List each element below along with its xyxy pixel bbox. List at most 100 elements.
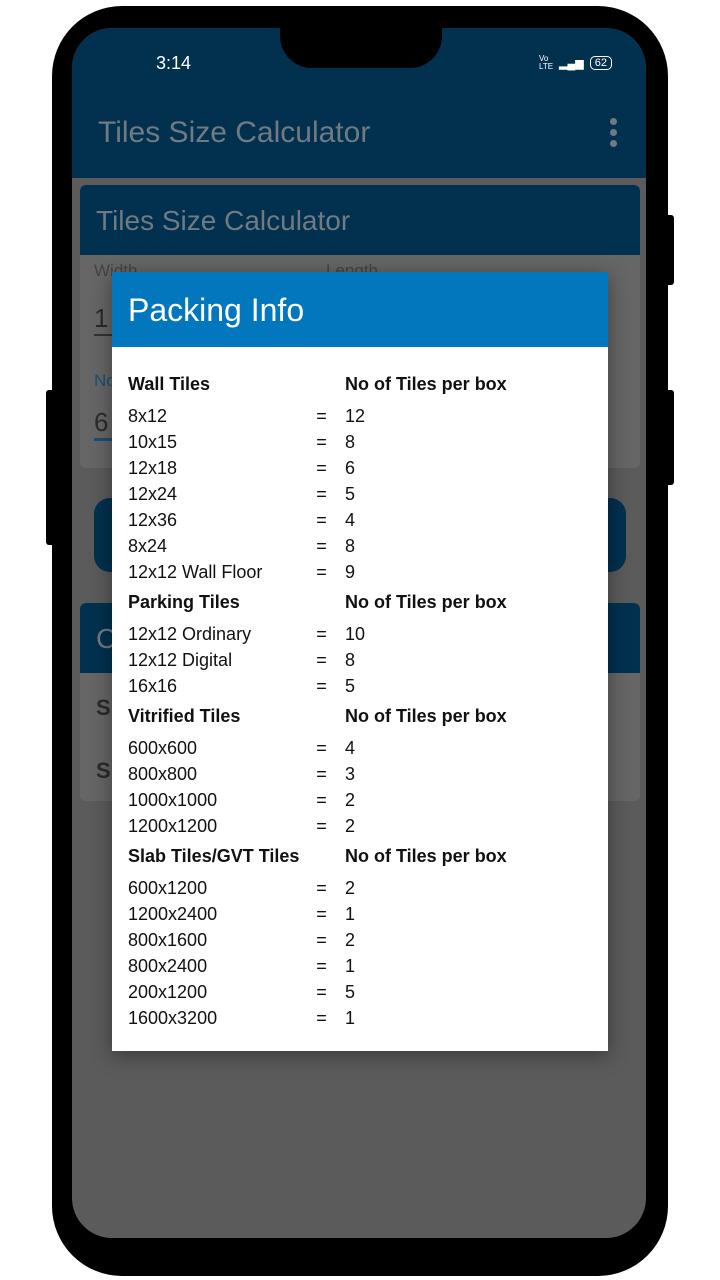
tiles-per-box: 1 <box>345 955 356 976</box>
equals-sign: = <box>316 509 327 530</box>
tile-size: 800x800 <box>128 763 198 784</box>
tiles-per-box: 8 <box>345 649 356 670</box>
notch <box>280 28 626 68</box>
equals-sign: = <box>316 623 327 644</box>
column-header: No of Tiles per box <box>345 591 507 612</box>
section-title: Slab Tiles/GVT Tiles <box>128 845 300 866</box>
app-title: Tiles Size Calculator <box>98 116 371 149</box>
card-title: Tiles Size Calculator <box>80 185 640 255</box>
battery-indicator: 62 <box>589 56 612 70</box>
table-row: 8x24 = 8 <box>128 533 592 559</box>
section-header: Parking Tiles No of Tiles per box <box>128 587 592 617</box>
equals-sign: = <box>316 1007 327 1028</box>
network-indicator: Vo LTE <box>539 54 554 71</box>
tiles-per-box: 2 <box>345 815 356 836</box>
table-row: 1600x3200 = 1 <box>128 1005 592 1031</box>
tile-size: 1600x3200 <box>128 1007 218 1028</box>
equals-sign: = <box>316 483 327 504</box>
table-row: 600x600 = 4 <box>128 735 592 761</box>
equals-sign: = <box>316 877 327 898</box>
status-icons: Vo LTE ▂▄▆ 62 <box>539 55 612 71</box>
tiles-per-box: 9 <box>345 561 356 582</box>
tile-size: 8x12 <box>128 405 168 426</box>
table-row: 16x16 = 5 <box>128 673 592 699</box>
tile-size: 1000x1000 <box>128 789 218 810</box>
tiles-per-box: 5 <box>345 981 356 1002</box>
tile-size: 12x18 <box>128 457 178 478</box>
more-vert-icon[interactable] <box>610 118 618 151</box>
table-row: 1200x1200 = 2 <box>128 813 592 839</box>
table-row: 800x1600 = 2 <box>128 927 592 953</box>
table-row: 12x18 = 6 <box>128 455 592 481</box>
tile-size: 16x16 <box>128 675 178 696</box>
status-time: 3:14 <box>156 53 192 73</box>
tiles-per-box: 8 <box>345 535 356 556</box>
equals-sign: = <box>316 815 327 836</box>
power-button <box>664 390 674 485</box>
section-title: Wall Tiles <box>128 373 211 394</box>
camera <box>602 28 626 50</box>
table-row: 12x12 Ordinary = 10 <box>128 621 592 647</box>
tiles-per-box: 8 <box>345 431 356 452</box>
signal-icon: ▂▄▆ <box>559 57 584 70</box>
tile-size: 800x2400 <box>128 955 208 976</box>
table-row: 800x2400 = 1 <box>128 953 592 979</box>
speaker <box>546 30 584 44</box>
tile-size: 1200x2400 <box>128 903 218 924</box>
tiles-per-box: 1 <box>345 1007 356 1028</box>
column-header: No of Tiles per box <box>345 845 507 866</box>
equals-sign: = <box>316 955 327 976</box>
tiles-per-box: 3 <box>345 763 356 784</box>
equals-sign: = <box>316 535 327 556</box>
tiles-per-box: 2 <box>345 789 356 810</box>
equals-sign: = <box>316 903 327 924</box>
tile-size: 12x36 <box>128 509 178 530</box>
equals-sign: = <box>316 675 327 696</box>
tile-size: 12x12 Wall Floor <box>128 561 263 582</box>
tiles-per-box: 12 <box>345 405 366 426</box>
column-header: No of Tiles per box <box>345 373 507 394</box>
result-row: S <box>96 695 111 720</box>
equals-sign: = <box>316 405 327 426</box>
tiles-per-box: 1 <box>345 903 356 924</box>
tiles-per-box: 5 <box>345 675 356 696</box>
table-row: 12x12 Wall Floor = 9 <box>128 559 592 585</box>
tile-size: 10x15 <box>128 431 178 452</box>
tile-size: 8x24 <box>128 535 168 556</box>
tiles-per-box: 4 <box>345 737 356 758</box>
table-row: 10x15 = 8 <box>128 429 592 455</box>
section-title: Vitrified Tiles <box>128 705 241 726</box>
equals-sign: = <box>316 649 327 670</box>
app-bar: 3:14 Vo LTE ▂▄▆ 62 Tiles Size Calculator <box>72 28 646 178</box>
tile-size: 800x1600 <box>128 929 208 950</box>
equals-sign: = <box>316 789 327 810</box>
tiles-per-box: 4 <box>345 509 356 530</box>
equals-sign: = <box>316 981 327 1002</box>
tiles-per-box: 6 <box>345 457 356 478</box>
packing-info-dialog: Packing Info Wall Tiles No of Tiles per b… <box>112 272 608 1051</box>
table-row: 8x12 = 12 <box>128 403 592 429</box>
dialog-title: Packing Info <box>112 272 608 347</box>
tile-size: 12x12 Ordinary <box>128 623 252 644</box>
equals-sign: = <box>316 457 327 478</box>
equals-sign: = <box>316 763 327 784</box>
result-row: S <box>96 758 111 783</box>
equals-sign: = <box>316 431 327 452</box>
tile-size: 12x24 <box>128 483 178 504</box>
table-row: 800x800 = 3 <box>128 761 592 787</box>
table-row: 200x1200 = 5 <box>128 979 592 1005</box>
column-header: No of Tiles per box <box>345 705 507 726</box>
table-row: 12x12 Digital = 8 <box>128 647 592 673</box>
table-row: 1000x1000 = 2 <box>128 787 592 813</box>
table-row: 12x36 = 4 <box>128 507 592 533</box>
tiles-per-box: 2 <box>345 877 356 898</box>
section-header: Wall Tiles No of Tiles per box <box>128 369 592 399</box>
volume-button <box>664 215 674 285</box>
table-row: 12x24 = 5 <box>128 481 592 507</box>
tile-size: 600x1200 <box>128 877 208 898</box>
packing-table: Wall Tiles No of Tiles per box 8x12 = 12 10x1… <box>112 347 608 1031</box>
tiles-per-box: 5 <box>345 483 356 504</box>
tile-size: 600x600 <box>128 737 198 758</box>
equals-sign: = <box>316 737 327 758</box>
tiles-per-box: 10 <box>345 623 366 644</box>
